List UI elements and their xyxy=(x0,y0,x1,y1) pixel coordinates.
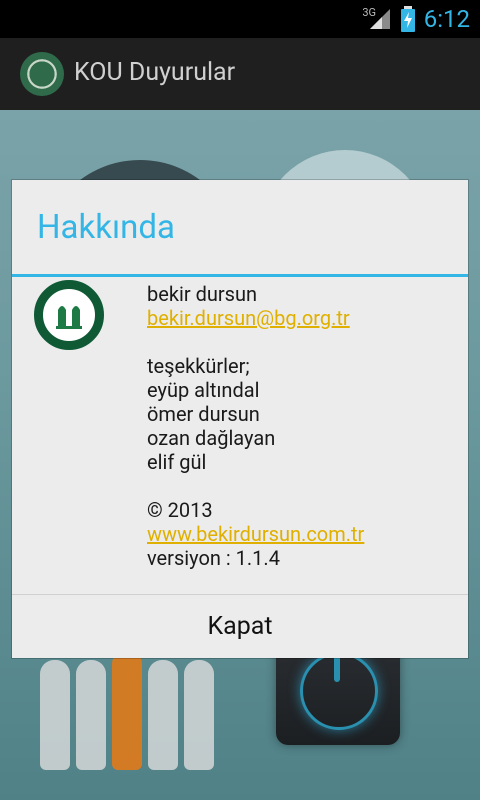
figure-highlighted xyxy=(112,650,142,770)
university-logo-icon xyxy=(34,280,104,350)
battery-charging-icon xyxy=(400,6,415,32)
thanks-name: ömer dursun xyxy=(147,402,260,426)
figure xyxy=(40,660,70,770)
website-link[interactable]: www.bekirdursun.com.tr xyxy=(147,522,447,546)
author-name: bekir dursun xyxy=(147,282,258,306)
dialog-title-divider xyxy=(12,274,468,277)
thanks-name: eyüp altındal xyxy=(147,378,260,402)
status-bar: 3G 6:12 xyxy=(0,0,480,38)
copyright-text: © 2013 xyxy=(147,498,213,522)
author-email-link[interactable]: bekir.dursun@bg.org.tr xyxy=(147,306,447,330)
version-text: versiyon : 1.1.4 xyxy=(147,546,280,570)
figure xyxy=(76,660,106,770)
about-info: bekir dursun bekir.dursun@bg.org.tr teşe… xyxy=(147,282,447,570)
about-dialog: Hakkında bekir dursun bekir.dursun@bg.or… xyxy=(12,180,468,658)
action-bar: KOU Duyurular xyxy=(0,38,480,111)
app-title: KOU Duyurular xyxy=(74,58,236,87)
dialog-title: Hakkında xyxy=(37,208,175,247)
close-button[interactable]: Kapat xyxy=(12,595,468,658)
thanks-name: elif gül xyxy=(147,450,207,474)
signal-icon xyxy=(369,9,390,29)
thanks-name: ozan dağlayan xyxy=(147,426,276,450)
figure xyxy=(148,660,178,770)
thanks-header: teşekkürler; xyxy=(147,354,250,378)
figure xyxy=(184,660,214,770)
app-logo-icon[interactable] xyxy=(20,52,64,96)
status-clock: 6:12 xyxy=(423,5,470,33)
